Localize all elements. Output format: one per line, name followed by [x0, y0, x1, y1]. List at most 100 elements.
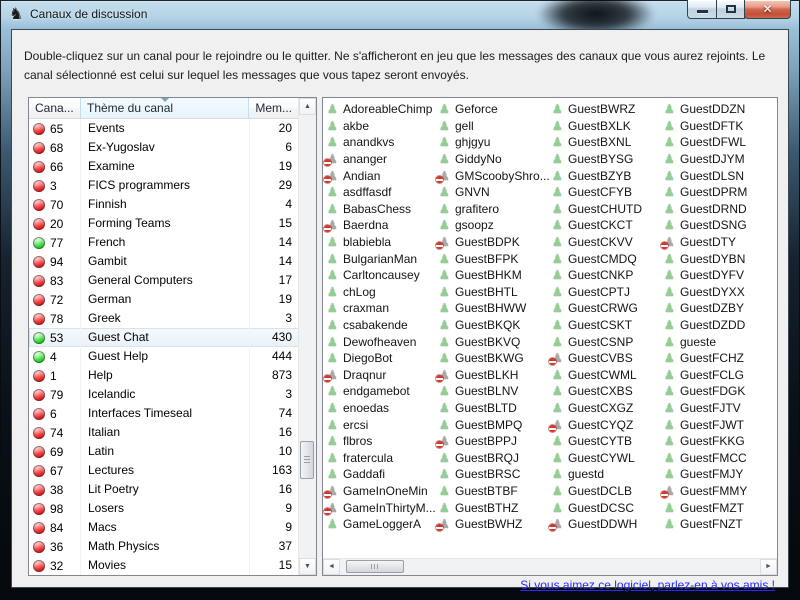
user-list-item[interactable]: ♟GuestBHKM	[439, 267, 551, 284]
user-list-item[interactable]: ♟GuestCFYB	[552, 184, 664, 201]
channel-row[interactable]: 32Movies15	[29, 556, 299, 575]
user-list-item[interactable]: ♟GuestBXNL	[552, 134, 664, 151]
user-list-item[interactable]: ♟GuestBLNV	[439, 383, 551, 400]
channel-row[interactable]: 38Lit Poetry16	[29, 480, 299, 499]
maximize-button[interactable]	[716, 0, 745, 19]
user-list-item[interactable]: ♟GuestFJWT	[664, 416, 776, 433]
channel-row[interactable]: 78Greek3	[29, 309, 299, 328]
user-list-item[interactable]: ♟flbros	[327, 433, 439, 450]
channel-row[interactable]: 3FICS programmers29	[29, 176, 299, 195]
user-list-item[interactable]: ♟GuestBRSC	[439, 466, 551, 483]
user-list-item[interactable]: ♟GuestBZYB	[552, 167, 664, 184]
title-bar[interactable]: ♞ Canaux de discussion ✕	[0, 0, 800, 29]
user-list-item[interactable]: ♟BulgarianMan	[327, 250, 439, 267]
user-list-item[interactable]: ♟GMScoobyShro...	[439, 167, 551, 184]
user-list-item[interactable]: ♟GuestBHWW	[439, 300, 551, 317]
user-list-item[interactable]: ♟GuestBLKH	[439, 367, 551, 384]
channel-row[interactable]: 20Forming Teams15	[29, 214, 299, 233]
user-list-item[interactable]: ♟GuestBDPK	[439, 234, 551, 251]
channel-row[interactable]: 69Latin10	[29, 442, 299, 461]
user-list-item[interactable]: ♟GuestDCSC	[552, 499, 664, 516]
user-list-item[interactable]: ♟GuestCXGZ	[552, 400, 664, 417]
column-header-theme[interactable]: Thème du canal	[80, 98, 249, 118]
user-list-item[interactable]: ♟GuestCYWL	[552, 449, 664, 466]
user-list-item[interactable]: ♟GuestCXBS	[552, 383, 664, 400]
user-list-item[interactable]: ♟GuestCVBS	[552, 350, 664, 367]
minimize-button[interactable]	[687, 0, 717, 19]
user-list-item[interactable]: ♟GuestBLTD	[439, 400, 551, 417]
user-list-item[interactable]: ♟endgamebot	[327, 383, 439, 400]
user-list-item[interactable]: ♟craxman	[327, 300, 439, 317]
user-list-item[interactable]: ♟GuestBFPK	[439, 250, 551, 267]
user-list-item[interactable]: ♟GuestCYQZ	[552, 416, 664, 433]
user-list-item[interactable]: ♟GameLoggerA	[327, 516, 439, 533]
user-list-item[interactable]: ♟gsoopz	[439, 217, 551, 234]
user-list-item[interactable]: ♟GuestFJTV	[664, 400, 776, 417]
user-list-item[interactable]: ♟GuestCMDQ	[552, 250, 664, 267]
channel-row[interactable]: 6Interfaces Timeseal74	[29, 404, 299, 423]
user-list-item[interactable]: ♟GNVN	[439, 184, 551, 201]
user-list-item[interactable]: ♟GuestBRQJ	[439, 449, 551, 466]
user-list-item[interactable]: ♟Andian	[327, 167, 439, 184]
user-list-item[interactable]: ♟Geforce	[439, 101, 551, 118]
column-header-members[interactable]: Mem...	[249, 98, 299, 118]
channel-row[interactable]: 79Icelandic3	[29, 385, 299, 404]
user-list-item[interactable]: ♟GuestBTHZ	[439, 499, 551, 516]
user-list-item[interactable]: ♟GuestDFTK	[664, 118, 776, 135]
user-list-item[interactable]: ♟GuestBKQK	[439, 317, 551, 334]
channel-row[interactable]: 94Gambit14	[29, 252, 299, 271]
user-list-item[interactable]: ♟GuestCNKP	[552, 267, 664, 284]
channel-row[interactable]: 67Lectures163	[29, 461, 299, 480]
user-list-item[interactable]: ♟grafitero	[439, 201, 551, 218]
user-list-item[interactable]: ♟GuestDLSN	[664, 167, 776, 184]
user-list-item[interactable]: ♟GuestCSKT	[552, 317, 664, 334]
user-list-item[interactable]: ♟Carltoncausey	[327, 267, 439, 284]
user-list-item[interactable]: ♟GuestBTBF	[439, 483, 551, 500]
user-list-item[interactable]: ♟GuestBXLK	[552, 118, 664, 135]
user-list-item[interactable]: ♟blabiebla	[327, 234, 439, 251]
user-list-item[interactable]: ♟gell	[439, 118, 551, 135]
user-list-item[interactable]: ♟GuestBWRZ	[552, 101, 664, 118]
channel-row[interactable]: 70Finnish4	[29, 195, 299, 214]
users-horizontal-scrollbar[interactable]: ◄ ►	[323, 558, 777, 575]
user-list-item[interactable]: ♟GuestDYFV	[664, 267, 776, 284]
channel-row[interactable]: 74Italian16	[29, 423, 299, 442]
user-list-item[interactable]: ♟GuestDJYM	[664, 151, 776, 168]
channel-row[interactable]: 77French14	[29, 233, 299, 252]
user-list-item[interactable]: ♟GuestDDWH	[552, 516, 664, 533]
user-list-item[interactable]: ♟Baerdna	[327, 217, 439, 234]
user-list-item[interactable]: ♟Dewofheaven	[327, 333, 439, 350]
user-list-item[interactable]: ♟GuestCKCT	[552, 217, 664, 234]
user-list-item[interactable]: ♟GuestDTY	[664, 234, 776, 251]
user-list-item[interactable]: ♟GuestBHTL	[439, 284, 551, 301]
vertical-scrollbar-thumb[interactable]	[300, 441, 314, 479]
user-list-item[interactable]: ♟GuestCRWG	[552, 300, 664, 317]
user-list-item[interactable]: ♟GuestDYXX	[664, 284, 776, 301]
user-list-item[interactable]: ♟GuestCPTJ	[552, 284, 664, 301]
scroll-left-icon[interactable]: ◄	[323, 559, 340, 575]
channel-row[interactable]: 98Losers9	[29, 499, 299, 518]
user-list-item[interactable]: ♟GuestBMPQ	[439, 416, 551, 433]
user-list-item[interactable]: ♟csabakende	[327, 317, 439, 334]
user-list-item[interactable]: ♟chLog	[327, 284, 439, 301]
user-list-item[interactable]: ♟gueste	[664, 333, 776, 350]
user-list-item[interactable]: ♟GiddyNo	[439, 151, 551, 168]
user-list-item[interactable]: ♟GuestCWML	[552, 367, 664, 384]
user-list-item[interactable]: ♟enoedas	[327, 400, 439, 417]
channel-row[interactable]: 65Events20	[29, 119, 299, 138]
user-list-item[interactable]: ♟AdoreableChimp	[327, 101, 439, 118]
user-list-item[interactable]: ♟anandkvs	[327, 134, 439, 151]
column-header-canal[interactable]: Cana...	[29, 98, 81, 118]
user-list-item[interactable]: ♟GuestDPRM	[664, 184, 776, 201]
user-list-item[interactable]: ♟GuestBKWG	[439, 350, 551, 367]
user-list-item[interactable]: ♟GuestFMCC	[664, 449, 776, 466]
user-list-item[interactable]: ♟Gaddafi	[327, 466, 439, 483]
user-list-item[interactable]: ♟guestd	[552, 466, 664, 483]
channel-row[interactable]: 53Guest Chat430	[29, 328, 299, 347]
user-list-item[interactable]: ♟BabasChess	[327, 201, 439, 218]
user-list-item[interactable]: ♟asdffasdf	[327, 184, 439, 201]
user-list-item[interactable]: ♟ghjgyu	[439, 134, 551, 151]
user-list-item[interactable]: ♟GuestBKVQ	[439, 333, 551, 350]
user-list-item[interactable]: ♟GameInOneMin	[327, 483, 439, 500]
user-list-item[interactable]: ♟GuestFKKG	[664, 433, 776, 450]
